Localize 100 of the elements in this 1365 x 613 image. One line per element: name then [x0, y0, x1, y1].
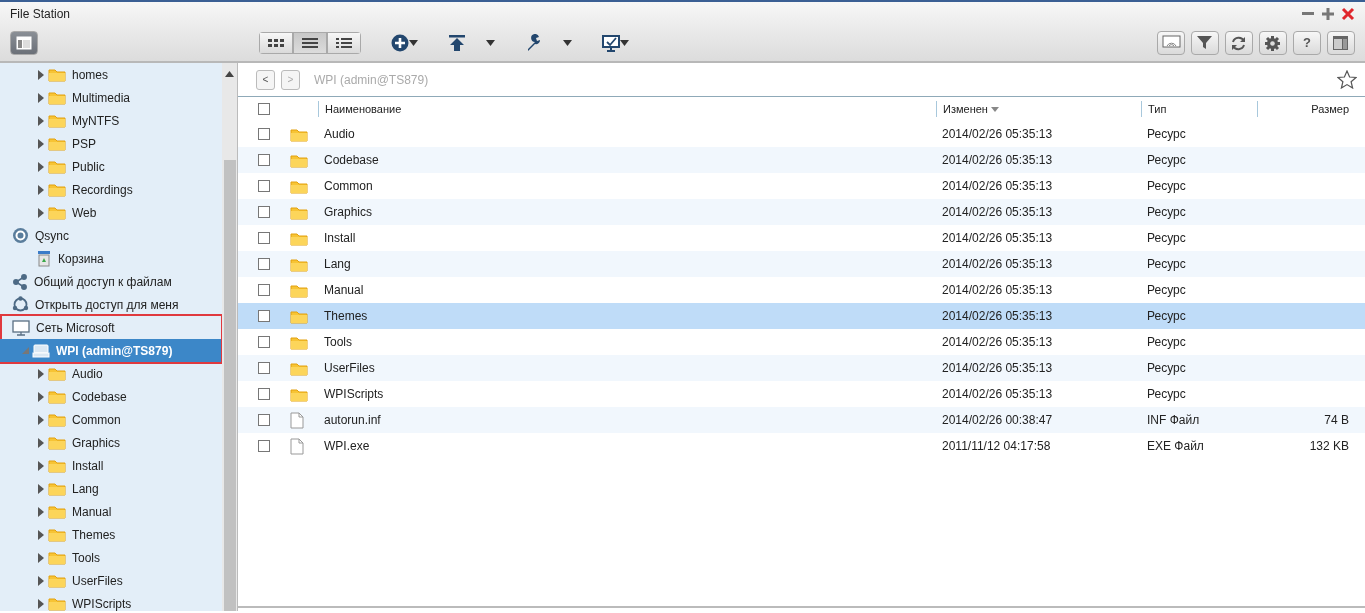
select-all-checkbox[interactable]	[258, 103, 270, 115]
collapsed-arrow-icon[interactable]	[36, 414, 46, 425]
folder-icon	[48, 504, 66, 519]
menu-button[interactable]	[391, 34, 418, 52]
row-checkbox[interactable]	[258, 336, 270, 348]
file-row[interactable]: WPIScripts 2014/02/26 05:35:13 Ресурс	[238, 381, 1365, 407]
tree-item[interactable]: Themes	[0, 523, 222, 546]
collapsed-arrow-icon[interactable]	[36, 92, 46, 103]
collapsed-arrow-icon[interactable]	[36, 184, 46, 195]
tree-item[interactable]: Открыть доступ для меня	[0, 293, 222, 316]
file-row[interactable]: WPI.exe 2011/11/12 04:17:58 EXE Файл 132 KB	[238, 433, 1365, 459]
menu-button[interactable]	[525, 34, 572, 52]
row-checkbox[interactable]	[258, 414, 270, 426]
folder-icon	[48, 527, 66, 542]
row-checkbox[interactable]	[258, 440, 270, 452]
settings-icon	[1263, 35, 1283, 51]
row-checkbox[interactable]	[258, 388, 270, 400]
back-button[interactable]: <	[256, 69, 275, 90]
tree-item[interactable]: Multimedia	[0, 86, 222, 109]
toolbar-button[interactable]: ?	[1293, 31, 1321, 55]
scrollbar[interactable]	[222, 63, 238, 611]
maximize-icon[interactable]	[1321, 6, 1335, 21]
tree-item[interactable]: Web	[0, 201, 222, 224]
toolbar-button[interactable]	[1327, 31, 1355, 55]
tree-item[interactable]: Lang	[0, 477, 222, 500]
row-checkbox[interactable]	[258, 206, 270, 218]
tree-item[interactable]: Корзина	[0, 247, 222, 270]
row-checkbox[interactable]	[258, 310, 270, 322]
tree-item[interactable]: Tools	[0, 546, 222, 569]
collapsed-arrow-icon[interactable]	[36, 460, 46, 471]
collapsed-arrow-icon[interactable]	[36, 207, 46, 218]
toolbar-button[interactable]	[1259, 31, 1287, 55]
star-icon[interactable]	[1337, 70, 1357, 89]
collapsed-arrow-icon[interactable]	[36, 161, 46, 172]
tree-item[interactable]: Manual	[0, 500, 222, 523]
column-header[interactable]: Изменен	[936, 100, 1141, 118]
toolbar-button[interactable]	[1225, 31, 1253, 55]
close-icon[interactable]	[1341, 6, 1355, 21]
column-header[interactable]: Наименование	[318, 100, 936, 118]
file-row[interactable]: Graphics 2014/02/26 05:35:13 Ресурс	[238, 199, 1365, 225]
tree-item[interactable]: PSP	[0, 132, 222, 155]
collapsed-arrow-icon[interactable]	[36, 575, 46, 586]
view-mode-button[interactable]	[293, 32, 327, 54]
collapsed-arrow-icon[interactable]	[36, 368, 46, 379]
tree-item[interactable]: WPIScripts	[0, 592, 222, 611]
tree-item[interactable]: homes	[0, 63, 222, 86]
file-row[interactable]: Common 2014/02/26 05:35:13 Ресурс	[238, 173, 1365, 199]
row-checkbox[interactable]	[258, 128, 270, 140]
file-name: WPIScripts	[323, 386, 385, 403]
collapsed-arrow-icon[interactable]	[36, 483, 46, 494]
tree-item[interactable]: Install	[0, 454, 222, 477]
collapsed-arrow-icon[interactable]	[36, 529, 46, 540]
tree-item[interactable]: Graphics	[0, 431, 222, 454]
file-row[interactable]: Codebase 2014/02/26 05:35:13 Ресурс	[238, 147, 1365, 173]
scroll-up-icon[interactable]	[225, 71, 234, 77]
tree-item[interactable]: Recordings	[0, 178, 222, 201]
view-mode-button[interactable]	[327, 32, 361, 54]
file-row[interactable]: autorun.inf 2014/02/26 00:38:47 INF Файл 74 B	[238, 407, 1365, 433]
row-checkbox[interactable]	[258, 154, 270, 166]
collapsed-arrow-icon[interactable]	[36, 506, 46, 517]
collapsed-arrow-icon[interactable]	[36, 138, 46, 149]
file-row[interactable]: Install 2014/02/26 05:35:13 Ресурс	[238, 225, 1365, 251]
column-header[interactable]: Тип	[1141, 100, 1257, 118]
file-name: Themes	[323, 308, 369, 325]
row-checkbox[interactable]	[258, 362, 270, 374]
tree-item[interactable]: WPI (admin@TS879)	[0, 339, 221, 362]
file-name: Common	[323, 178, 374, 195]
toolbar-button[interactable]	[1191, 31, 1219, 55]
collapsed-arrow-icon[interactable]	[36, 552, 46, 563]
tree-item[interactable]: Сеть Microsoft	[0, 316, 221, 339]
collapsed-arrow-icon[interactable]	[36, 598, 46, 609]
folder-icon	[290, 386, 308, 402]
file-row[interactable]: Themes 2014/02/26 05:35:13 Ресурс	[238, 303, 1365, 329]
file-row[interactable]: Lang 2014/02/26 05:35:13 Ресурс	[238, 251, 1365, 277]
row-checkbox[interactable]	[258, 180, 270, 192]
tree-item[interactable]: Общий доступ к файлам	[0, 270, 222, 293]
row-checkbox[interactable]	[258, 284, 270, 296]
file-row[interactable]: UserFiles 2014/02/26 05:35:13 Ресурс	[238, 355, 1365, 381]
tree-item[interactable]: Codebase	[0, 385, 222, 408]
sidebar-toggle-button[interactable]	[10, 31, 38, 55]
collapsed-arrow-icon[interactable]	[36, 115, 46, 126]
collapsed-arrow-icon[interactable]	[36, 391, 46, 402]
menu-button[interactable]	[602, 34, 629, 52]
collapsed-arrow-icon[interactable]	[36, 437, 46, 448]
tree-item[interactable]: Qsync	[0, 224, 222, 247]
collapsed-arrow-icon[interactable]	[36, 69, 46, 80]
column-header[interactable]: Размер	[1257, 100, 1365, 118]
view-mode-button[interactable]	[259, 32, 293, 54]
tree-item[interactable]: Common	[0, 408, 222, 431]
modified-date: 2014/02/26 05:35:13	[941, 178, 1054, 195]
tree-item[interactable]: Public	[0, 155, 222, 178]
tree-item[interactable]: Audio	[0, 362, 222, 385]
tree-item[interactable]: MyNTFS	[0, 109, 222, 132]
row-checkbox[interactable]	[258, 232, 270, 244]
file-row[interactable]: Manual 2014/02/26 05:35:13 Ресурс	[238, 277, 1365, 303]
menu-button[interactable]	[448, 34, 495, 52]
file-row[interactable]: Audio 2014/02/26 05:35:13 Ресурс	[238, 121, 1365, 147]
file-row[interactable]: Tools 2014/02/26 05:35:13 Ресурс	[238, 329, 1365, 355]
tree-item[interactable]: UserFiles	[0, 569, 222, 592]
row-checkbox[interactable]	[258, 258, 270, 270]
